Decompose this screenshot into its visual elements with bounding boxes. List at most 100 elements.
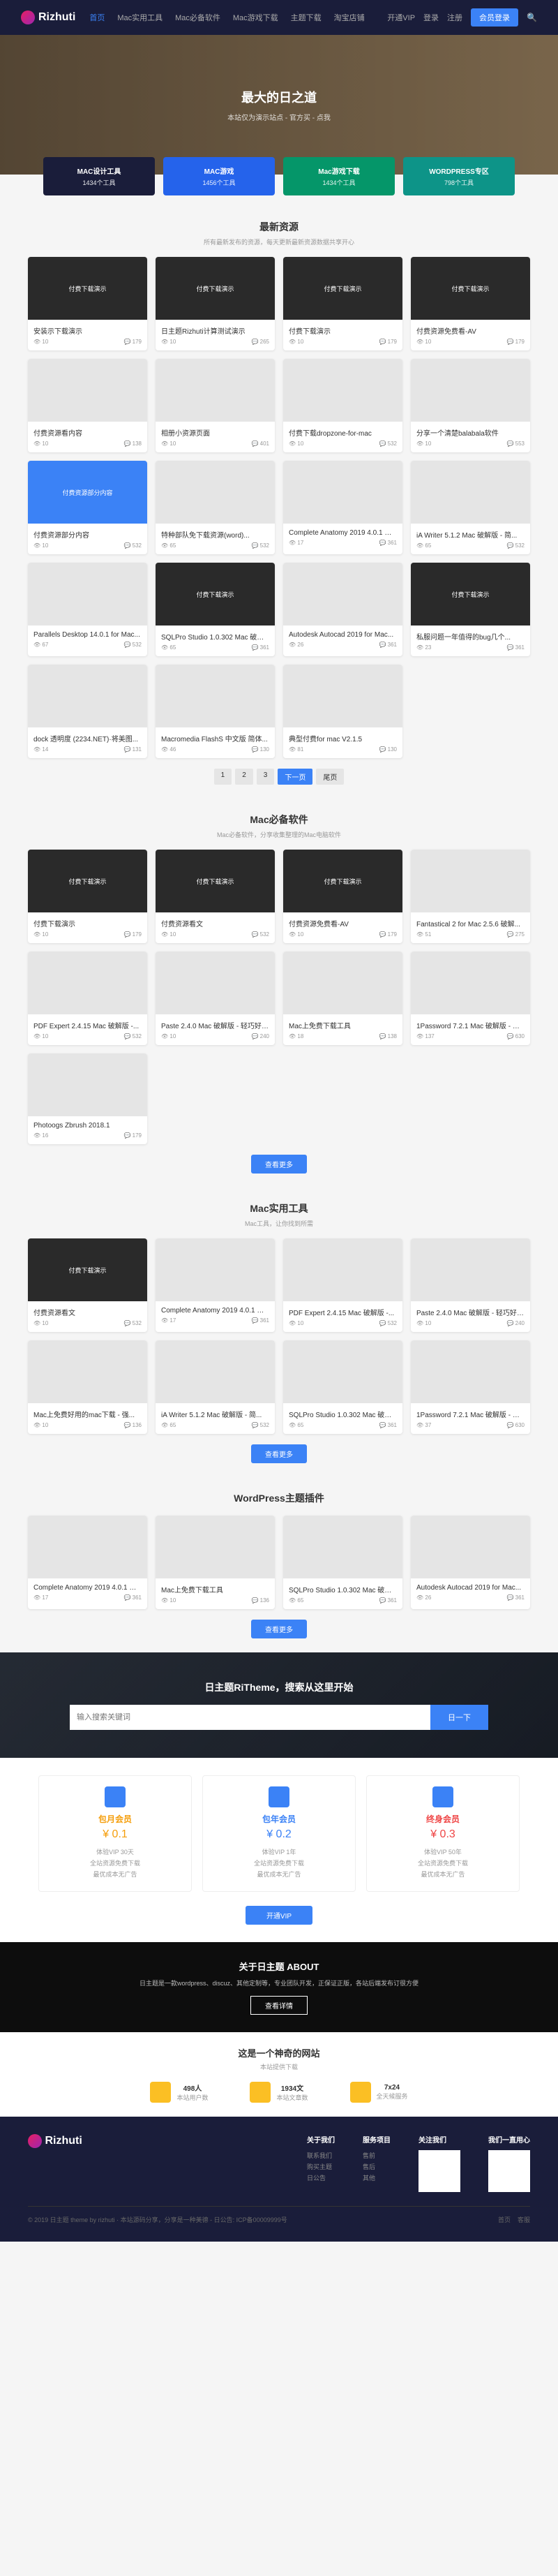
footer-link[interactable]: 售后 — [363, 2161, 391, 2172]
resource-card[interactable]: Complete Anatomy 2019 4.0.1 Mac...👁 17💬 … — [156, 1238, 275, 1332]
resource-card[interactable]: 付费下载演示SQLPro Studio 1.0.302 Mac 破解版👁 65💬… — [156, 563, 275, 656]
page-btn[interactable]: 1 — [214, 769, 232, 785]
card-title: 付费资源看内容 — [33, 427, 142, 438]
logo[interactable]: Rizhuti — [21, 10, 75, 24]
resource-card[interactable]: 付费资源部分内容付费资源部分内容👁 10💬 532 — [28, 461, 147, 554]
resource-card[interactable]: 付费下载演示私服问题一年值得的bug几个...👁 23💬 361 — [411, 563, 530, 656]
page-btn[interactable]: 3 — [257, 769, 275, 785]
footer-link[interactable]: 其他 — [363, 2172, 391, 2184]
nav-home[interactable]: 首页 — [89, 12, 105, 23]
search-icon[interactable]: 🔍 — [527, 13, 537, 22]
resource-card[interactable]: Paste 2.4.0 Mac 破解版 - 轻巧好用类...👁 10💬 240 — [156, 952, 275, 1045]
resource-card[interactable]: Photoogs Zbrush 2018.1👁 16💬 179 — [28, 1053, 147, 1144]
card-meta: 👁 10💬 179 — [416, 339, 525, 345]
search-input[interactable] — [70, 1705, 430, 1730]
page-btn[interactable]: 尾页 — [316, 769, 344, 785]
resource-card[interactable]: Mac上免费下载工具👁 18💬 138 — [283, 952, 402, 1045]
vip-icon — [432, 1786, 453, 1807]
more-btn[interactable]: 查看更多 — [251, 1444, 307, 1463]
resource-card[interactable]: Autodesk Autocad 2019 for Mac...👁 26💬 36… — [411, 1516, 530, 1609]
section-title: Mac实用工具 — [28, 1201, 530, 1215]
footer-logo: Rizhuti — [28, 2134, 82, 2192]
section-sub: Mac工具，让你找到所需 — [28, 1219, 530, 1228]
feature-card[interactable]: MAC设计工具1434个工具 — [43, 157, 155, 195]
resource-card[interactable]: iA Writer 5.1.2 Mac 破解版 - 简...👁 65💬 532 — [156, 1340, 275, 1434]
resource-card[interactable]: 付费下载演示付费资源看文👁 10💬 532 — [28, 1238, 147, 1332]
resource-card[interactable]: 分享一个清楚balabala软件👁 10💬 553 — [411, 359, 530, 452]
more-btn[interactable]: 查看更多 — [251, 1155, 307, 1174]
resource-card[interactable]: Autodesk Autocad 2019 for Mac...👁 26💬 36… — [283, 563, 402, 656]
card-meta: 👁 16💬 179 — [33, 1132, 142, 1139]
nav-games[interactable]: Mac游戏下载 — [233, 12, 278, 23]
resource-card[interactable]: 典型付费for mac V2.1.5👁 81💬 130 — [283, 665, 402, 758]
card-thumbnail — [28, 665, 147, 727]
more-btn[interactable]: 查看更多 — [251, 1620, 307, 1638]
nav-register[interactable]: 注册 — [447, 12, 462, 23]
nav-member-btn[interactable]: 会员登录 — [471, 8, 518, 27]
resource-card[interactable]: dock 透明度 (2234.NET)·将美图...👁 14💬 131 — [28, 665, 147, 758]
feature-card[interactable]: MAC游戏1456个工具 — [163, 157, 275, 195]
nav-shop[interactable]: 淘宝店铺 — [334, 12, 365, 23]
footer-link[interactable]: 联系我们 — [307, 2150, 335, 2161]
resource-card[interactable]: Fantastical 2 for Mac 2.5.6 破解...👁 51💬 2… — [411, 850, 530, 943]
resource-card[interactable]: 1Password 7.2.1 Mac 破解版 - 最...👁 137💬 630 — [411, 952, 530, 1045]
card-meta: 👁 10💬 265 — [161, 339, 269, 345]
resource-card[interactable]: 相册小资源页面👁 10💬 401 — [156, 359, 275, 452]
resource-card[interactable]: PDF Expert 2.4.15 Mac 破解版 -...👁 10💬 532 — [283, 1238, 402, 1332]
resource-card[interactable]: iA Writer 5.1.2 Mac 破解版 - 简...👁 65💬 532 — [411, 461, 530, 554]
nav-themes[interactable]: 主题下载 — [291, 12, 322, 23]
nav-vip[interactable]: 开通VIP — [387, 12, 415, 23]
section: Mac实用工具 Mac工具，让你找到所需付费下载演示付费资源看文👁 10💬 532… — [0, 1187, 558, 1477]
card-meta: 👁 10💬 553 — [416, 441, 525, 447]
nav-login[interactable]: 登录 — [423, 12, 439, 23]
page-btn[interactable]: 下一页 — [278, 769, 312, 785]
card-thumbnail — [156, 1238, 275, 1301]
card-title: PDF Expert 2.4.15 Mac 破解版 -... — [33, 1020, 142, 1030]
nav-tools[interactable]: Mac实用工具 — [117, 12, 163, 23]
footer-link[interactable]: 日公告 — [307, 2172, 335, 2184]
resource-card[interactable]: 付费下载演示付费下载演示👁 10💬 179 — [283, 257, 402, 350]
vip-buy-btn[interactable]: 开通VIP — [246, 1906, 312, 1925]
resource-card[interactable]: SQLPro Studio 1.0.302 Mac 破解版👁 65💬 361 — [283, 1340, 402, 1434]
vip-card[interactable]: 包年会员¥ 0.2体验VIP 1年全站资源免费下载最优成本无广告 — [202, 1775, 356, 1892]
vip-card[interactable]: 终身会员¥ 0.3体验VIP 50年全站资源免费下载最优成本无广告 — [366, 1775, 520, 1892]
about-btn[interactable]: 查看详情 — [250, 1996, 308, 2015]
resource-card[interactable]: 付费下载演示付费下载演示👁 10💬 179 — [28, 850, 147, 943]
card-thumbnail — [411, 1516, 530, 1578]
stats-sub: 本站提供下载 — [28, 2062, 530, 2071]
resource-card[interactable]: 付费下载dropzone-for-mac👁 10💬 532 — [283, 359, 402, 452]
resource-card[interactable]: 付费下载演示付费资源看文👁 10💬 532 — [156, 850, 275, 943]
resource-card[interactable]: Complete Anatomy 2019 4.0.1 Mac...👁 17💬 … — [283, 461, 402, 554]
resource-card[interactable]: 1Password 7.2.1 Mac 破解版 - 最...👁 37💬 630 — [411, 1340, 530, 1434]
page-btn[interactable]: 2 — [235, 769, 253, 785]
resource-card[interactable]: Mac上免费下载工具👁 10💬 136 — [156, 1516, 275, 1609]
feature-card[interactable]: WORDPRESS专区798个工具 — [403, 157, 515, 195]
footer-link[interactable]: 客服 — [518, 2216, 530, 2223]
search-button[interactable]: 日一下 — [430, 1705, 488, 1730]
main-nav: Rizhuti 首页 Mac实用工具 Mac必备软件 Mac游戏下载 主题下载 … — [0, 0, 558, 35]
vip-title: 终身会员 — [377, 1813, 508, 1825]
pagination: 123下一页尾页 — [28, 769, 530, 785]
resource-card[interactable]: Macromedia FlashS 中文版 简体...👁 46💬 130 — [156, 665, 275, 758]
resource-card[interactable]: Complete Anatomy 2019 4.0.1 Mac...👁 17💬 … — [28, 1516, 147, 1609]
resource-card[interactable]: Mac上免费好用的mac下载 - 强...👁 10💬 136 — [28, 1340, 147, 1434]
resource-card[interactable]: 特种部队免下载资源(word)...👁 65💬 532 — [156, 461, 275, 554]
resource-card[interactable]: 付费下载演示日主题Rizhuti计算测试演示👁 10💬 265 — [156, 257, 275, 350]
footer-link[interactable]: 售前 — [363, 2150, 391, 2161]
card-title: Mac上免费好用的mac下载 - 强... — [33, 1409, 142, 1419]
resource-card[interactable]: SQLPro Studio 1.0.302 Mac 破解版👁 65💬 361 — [283, 1516, 402, 1609]
resource-card[interactable]: 付费下载演示付费资源免费看-AV👁 10💬 179 — [283, 850, 402, 943]
feature-card[interactable]: Mac游戏下载1434个工具 — [283, 157, 395, 195]
vip-card[interactable]: 包月会员¥ 0.1体验VIP 30天全站资源免费下载最优成本无广告 — [38, 1775, 192, 1892]
resource-card[interactable]: Paste 2.4.0 Mac 破解版 - 轻巧好用类...👁 10💬 240 — [411, 1238, 530, 1332]
footer-link[interactable]: 购买主题 — [307, 2161, 335, 2172]
resource-card[interactable]: PDF Expert 2.4.15 Mac 破解版 -...👁 10💬 532 — [28, 952, 147, 1045]
card-meta: 👁 14💬 131 — [33, 746, 142, 753]
footer-link[interactable]: 首页 — [498, 2216, 511, 2223]
resource-card[interactable]: 付费资源看内容👁 10💬 138 — [28, 359, 147, 452]
resource-card[interactable]: 付费下载演示付费资源免费看-AV👁 10💬 179 — [411, 257, 530, 350]
card-thumbnail — [411, 1238, 530, 1301]
nav-software[interactable]: Mac必备软件 — [175, 12, 220, 23]
resource-card[interactable]: 付费下载演示安装示下载演示👁 10💬 179 — [28, 257, 147, 350]
resource-card[interactable]: Parallels Desktop 14.0.1 for Mac...👁 67💬… — [28, 563, 147, 656]
